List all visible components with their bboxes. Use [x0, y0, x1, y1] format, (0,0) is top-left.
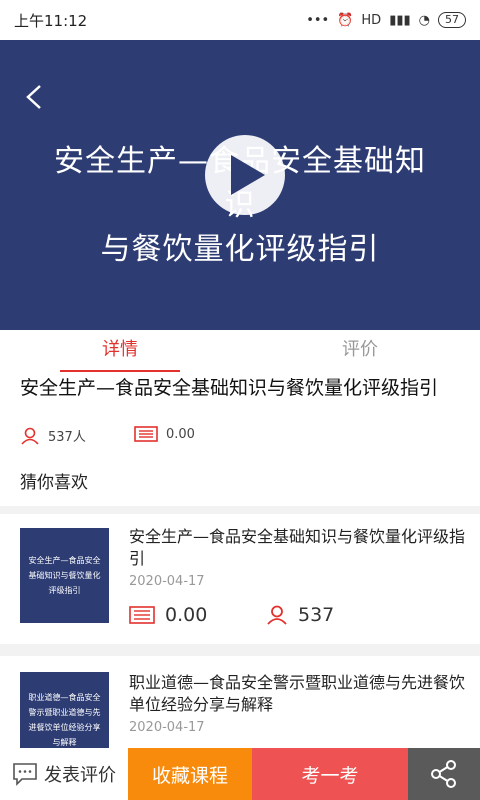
- video-player[interactable]: 安全生产—食品安全基础知识 与餐饮量化评级指引: [0, 40, 480, 330]
- take-quiz-button[interactable]: 考一考: [252, 748, 408, 800]
- share-button[interactable]: [408, 748, 480, 800]
- write-review-button[interactable]: 发表评价: [0, 748, 128, 800]
- card-date: 2020-04-17: [129, 574, 205, 589]
- card-title: 职业道德—食品安全警示暨职业道德与先进餐饮单位经验分享与解释: [129, 673, 466, 714]
- price-tag-icon: [129, 606, 155, 624]
- learner-count: 537人: [20, 426, 86, 445]
- card-price: 0.00: [129, 604, 207, 626]
- price-tag-icon: [134, 426, 158, 442]
- recommend-heading: 猜你喜欢: [20, 473, 88, 493]
- status-icons: ••• ⏰ HD ▮▮▮ ◔ 57: [306, 12, 466, 28]
- person-icon: [21, 427, 39, 445]
- play-button[interactable]: [205, 135, 285, 215]
- status-bar: 上午11:12 ••• ⏰ HD ▮▮▮ ◔ 57: [0, 0, 480, 40]
- card-date: 2020-04-17: [129, 720, 205, 735]
- more-dots-icon: •••: [306, 12, 330, 28]
- tab-bar: 详情 评价: [0, 330, 480, 372]
- tab-details[interactable]: 详情: [0, 330, 240, 372]
- wifi-icon: ◔: [418, 12, 430, 28]
- recommend-card[interactable]: 职业道德—食品安全警示暨职业道德与先进餐饮单位经验分享与解释 职业道德—食品安全…: [0, 656, 480, 767]
- alarm-icon: ⏰: [337, 12, 354, 28]
- signal-icon: ▮▮▮: [389, 12, 411, 28]
- comment-icon: [13, 763, 37, 786]
- play-icon: [231, 155, 265, 195]
- network-type: HD: [361, 12, 382, 28]
- recommend-card[interactable]: 安全生产—食品安全基础知识与餐饮量化评级指引 安全生产—食品安全基础知识与餐饮量…: [0, 514, 480, 644]
- bottom-action-bar: 发表评价 收藏课程 考一考: [0, 748, 480, 800]
- course-price: 0.00: [134, 426, 195, 442]
- tab-reviews[interactable]: 评价: [240, 330, 480, 372]
- course-title: 安全生产—食品安全基础知识与餐饮量化评级指引: [20, 377, 439, 399]
- card-learners: 537: [266, 604, 334, 626]
- course-info: 安全生产—食品安全基础知识与餐饮量化评级指引 537人 0.00 猜你喜欢: [0, 372, 480, 506]
- battery-indicator: 57: [438, 12, 466, 28]
- card-title: 安全生产—食品安全基础知识与餐饮量化评级指引: [129, 527, 466, 568]
- person-icon: [267, 605, 287, 625]
- status-time: 上午11:12: [14, 11, 88, 30]
- course-thumbnail: 安全生产—食品安全基础知识与餐饮量化评级指引: [20, 528, 109, 623]
- back-arrow-icon[interactable]: [22, 84, 48, 110]
- favorite-course-button[interactable]: 收藏课程: [128, 748, 252, 800]
- share-icon: [431, 760, 456, 788]
